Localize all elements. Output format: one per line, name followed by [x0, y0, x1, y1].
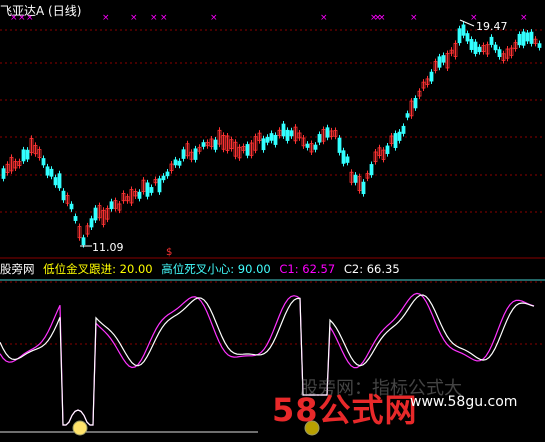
candle-body	[477, 46, 482, 53]
candle-body	[173, 159, 178, 166]
sell-marker: ×	[130, 13, 138, 23]
candle-body	[289, 130, 294, 137]
sell-marker: ×	[378, 13, 386, 23]
candle-body	[149, 187, 154, 193]
candle-body	[465, 33, 470, 42]
candle-body	[361, 181, 366, 195]
candle-body	[137, 191, 142, 199]
candle-body	[525, 32, 530, 42]
candle-body	[49, 168, 54, 177]
c1-value: C1: 62.57	[279, 262, 336, 276]
candle-body	[61, 190, 66, 201]
sell-marker: ×	[520, 13, 528, 23]
candle-body	[461, 24, 466, 36]
candle-body	[473, 41, 478, 54]
candle-body	[265, 136, 270, 143]
candle-body	[41, 158, 46, 166]
low-price-label: 11.09	[92, 241, 124, 254]
candle-body	[469, 39, 474, 50]
candle-body	[161, 175, 166, 181]
candle-body	[369, 164, 374, 176]
candle-body	[73, 216, 78, 221]
sell-marker: ×	[160, 13, 168, 23]
candle-body	[53, 177, 58, 186]
stock-title: 飞亚达A (日线)	[0, 4, 82, 18]
candle-body	[201, 142, 206, 147]
candle-body	[429, 71, 434, 82]
candle-body	[261, 138, 266, 151]
candle-body	[385, 145, 390, 154]
watermark-logo: 58公式网	[272, 391, 418, 429]
candlestick-chart: × × × × × × × × × ××× × × ×	[0, 13, 545, 436]
candle-body	[497, 49, 502, 57]
candle-body	[441, 55, 446, 63]
buy-signal-icon: $	[166, 247, 173, 258]
sell-marker: ×	[102, 13, 110, 23]
indicator-header: 股旁网 低位金叉跟进: 20.00 高位死叉小心: 90.00 C1: 62.5…	[0, 261, 405, 277]
sell-marker: ×	[150, 13, 158, 23]
candle-body	[245, 144, 250, 156]
high-price-label: 19.47	[476, 20, 508, 33]
candle-body	[145, 182, 150, 197]
indicator-name: 股旁网	[0, 262, 35, 276]
candle-body	[1, 168, 6, 179]
candle-body	[165, 171, 170, 177]
candle-body	[285, 129, 290, 141]
candle-body	[345, 156, 350, 163]
candle-body	[413, 98, 418, 109]
c2-value: C2: 66.35	[343, 262, 400, 276]
candle-body	[313, 144, 318, 150]
candle-body	[517, 33, 522, 46]
candle-body	[489, 36, 494, 45]
candle-body	[93, 207, 98, 221]
candle-body	[45, 166, 50, 176]
chart-window: { "title":"飞亚达A (日线)", "price_panel":{"h…	[0, 0, 545, 442]
candle-body	[405, 113, 410, 118]
candle-body	[273, 134, 278, 145]
sell-marker: ×	[410, 13, 418, 23]
candle-body	[157, 178, 162, 193]
candle-body	[25, 149, 30, 160]
candle-body	[341, 150, 346, 164]
low-cross-label: 低位金叉跟进: 20.00	[43, 262, 153, 276]
candle-body	[337, 137, 342, 153]
candle-body	[317, 134, 322, 143]
candle-body	[81, 237, 86, 246]
watermark-url: www.58gu.com	[410, 394, 518, 410]
candle-body	[89, 218, 94, 228]
candle-body	[181, 149, 186, 159]
candle-body	[529, 31, 534, 44]
candle-body	[437, 56, 442, 68]
candle-body	[521, 31, 526, 46]
candle-body	[213, 139, 218, 150]
candle-body	[69, 203, 74, 210]
candle-body	[57, 173, 62, 189]
candle-body	[193, 148, 198, 160]
candle-body	[325, 127, 330, 138]
candle-body	[397, 131, 402, 141]
candle-body	[281, 123, 286, 137]
candle-body	[353, 174, 358, 183]
candle-body	[493, 44, 498, 51]
candle-body	[401, 125, 406, 134]
candle-body	[537, 43, 542, 48]
candle-body	[305, 143, 310, 148]
sell-marker: ×	[320, 13, 328, 23]
sell-marker: ×	[210, 13, 218, 23]
candle-body	[269, 133, 274, 141]
candle-body	[109, 201, 114, 210]
high-cross-label: 高位死叉小心: 90.00	[161, 262, 271, 276]
candle-body	[457, 28, 462, 44]
candle-body	[177, 160, 182, 166]
candle-body	[393, 133, 398, 148]
candle-body	[21, 149, 26, 162]
smiley-icon	[72, 420, 88, 436]
